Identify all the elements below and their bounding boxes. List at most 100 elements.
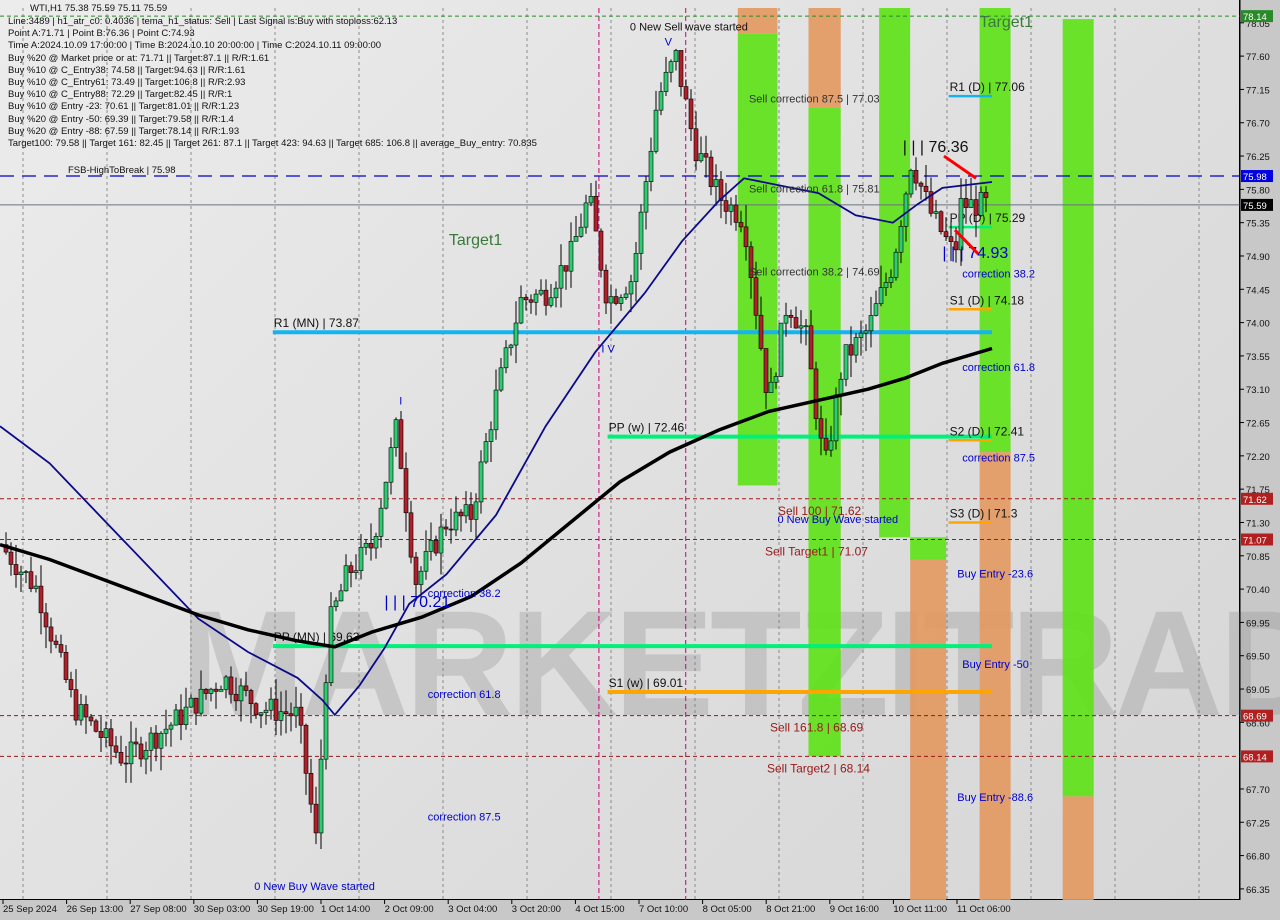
symbol-ohlc-line: WTI,H1 75.38 75.59 75.11 75.59 xyxy=(30,3,168,14)
y-tick-label: 77.15 xyxy=(1246,85,1270,96)
y-tick-label: 69.05 xyxy=(1246,685,1270,696)
candle-body xyxy=(658,91,664,111)
price-tag-level: 71.07 xyxy=(1243,535,1267,546)
candle-body xyxy=(663,71,669,92)
candle-body xyxy=(828,440,834,451)
candle-body xyxy=(113,745,119,753)
candle-body xyxy=(823,437,829,451)
candle-body xyxy=(753,277,759,316)
candle-body xyxy=(128,741,134,765)
candle-body xyxy=(303,724,309,774)
candle-body xyxy=(458,511,464,517)
candle-body xyxy=(163,728,169,734)
level-label: Sell 161.8 | 68.69 xyxy=(770,721,864,735)
candle-body xyxy=(938,211,944,233)
candle-body xyxy=(483,441,489,463)
pivot-label: R1 (MN) | 73.87 xyxy=(274,316,359,330)
y-tick-label: 71.30 xyxy=(1246,518,1270,529)
chart-annotation: Sell correction 61.8 | 75.81 xyxy=(749,184,880,196)
candle-body xyxy=(728,204,734,212)
signal-zone xyxy=(1062,796,1094,900)
candle-body xyxy=(903,193,909,227)
candle-body xyxy=(883,282,889,288)
signal-info-line: Point A:71.71 | Point B:76.36 | Point C:… xyxy=(8,28,195,40)
signal-info-line: Line:3489 | h1_atr_c0: 0.4036 | tema_h1_… xyxy=(8,16,398,27)
candle-body xyxy=(173,709,179,726)
chart-annotation: correction 61.8 xyxy=(428,689,501,701)
candle-body xyxy=(53,640,59,645)
candle-body xyxy=(208,688,214,694)
signal-info-line: Buy %10 @ C_Entry38: 74.58 || Target:94.… xyxy=(8,64,246,76)
candle-body xyxy=(58,644,64,653)
signal-info-line: Buy %10 @ C_Entry61: 73.49 || Target:106… xyxy=(8,77,246,88)
chart-annotation: correction 61.8 xyxy=(962,362,1035,374)
signal-zone xyxy=(910,537,947,560)
candle-body xyxy=(363,542,369,548)
x-tick-label: 26 Sep 13:00 xyxy=(67,904,124,915)
x-tick-label: 8 Oct 05:00 xyxy=(703,904,752,915)
candle-body xyxy=(503,347,509,369)
candle-body xyxy=(778,322,784,377)
x-tick-label: 8 Oct 21:00 xyxy=(766,904,815,915)
candle-body xyxy=(943,231,949,237)
x-tick-label: 1 Oct 14:00 xyxy=(321,904,370,915)
candle-body xyxy=(643,181,649,213)
candle-body xyxy=(188,697,194,708)
candle-body xyxy=(138,743,144,760)
candle-body xyxy=(103,728,109,738)
candle-body xyxy=(713,179,719,187)
chart-annotation: I xyxy=(399,395,402,407)
fsb-label: FSB-HighToBreak | 75.98 xyxy=(68,165,176,176)
candle-body xyxy=(348,565,354,573)
candle-body xyxy=(83,704,89,718)
y-tick-label: 72.20 xyxy=(1246,452,1270,463)
candle-body xyxy=(948,236,954,242)
candle-body xyxy=(68,679,74,690)
y-tick-label: 67.25 xyxy=(1246,818,1270,829)
x-tick-label: 30 Sep 03:00 xyxy=(194,904,251,915)
candle-body xyxy=(318,758,324,834)
candle-body xyxy=(388,447,394,483)
candle-body xyxy=(378,507,384,537)
level-label: Sell Target1 | 71.07 xyxy=(765,544,868,558)
candle-body xyxy=(283,711,289,715)
candle-body xyxy=(443,526,449,530)
x-tick-label: 25 Sep 2024 xyxy=(3,904,57,915)
y-tick-label: 74.00 xyxy=(1246,319,1270,330)
candle-body xyxy=(653,109,659,152)
candle-body xyxy=(808,325,814,370)
chart-area[interactable]: MARKETZITRADEFSB-HighToBreak | 75.98Sell… xyxy=(0,0,1280,915)
pivot-label: S2 (D) | 72.41 xyxy=(950,424,1025,438)
candle-body xyxy=(633,253,639,283)
y-tick-label: 66.80 xyxy=(1246,852,1270,863)
y-tick-label: 76.70 xyxy=(1246,119,1270,130)
candle-body xyxy=(898,226,904,253)
candle-body xyxy=(343,565,349,592)
price-tag-fsb: 75.98 xyxy=(1243,172,1267,183)
candle-body xyxy=(598,230,604,271)
y-tick-label: 75.80 xyxy=(1246,185,1270,196)
candle-body xyxy=(478,461,484,503)
candle-body xyxy=(588,195,594,204)
candle-body xyxy=(193,697,199,714)
candle-body xyxy=(893,251,899,278)
candle-body xyxy=(158,732,164,749)
candle-body xyxy=(848,344,854,356)
candle-body xyxy=(763,348,769,393)
candle-body xyxy=(108,728,114,747)
price-tag-level: 71.62 xyxy=(1243,495,1267,506)
candle-body xyxy=(38,585,44,614)
candle-body xyxy=(583,202,589,228)
candle-body xyxy=(773,376,779,383)
candle-body xyxy=(548,297,554,306)
candle-body xyxy=(288,713,294,717)
candle-body xyxy=(118,751,124,764)
candle-body xyxy=(248,690,254,704)
candle-body xyxy=(918,182,924,187)
pivot-label: S1 (D) | 74.18 xyxy=(950,293,1025,307)
candle-body xyxy=(913,170,919,184)
y-tick-label: 70.85 xyxy=(1246,552,1270,563)
candle-body xyxy=(963,198,969,208)
candle-body xyxy=(123,762,129,765)
candle-body xyxy=(243,685,249,691)
